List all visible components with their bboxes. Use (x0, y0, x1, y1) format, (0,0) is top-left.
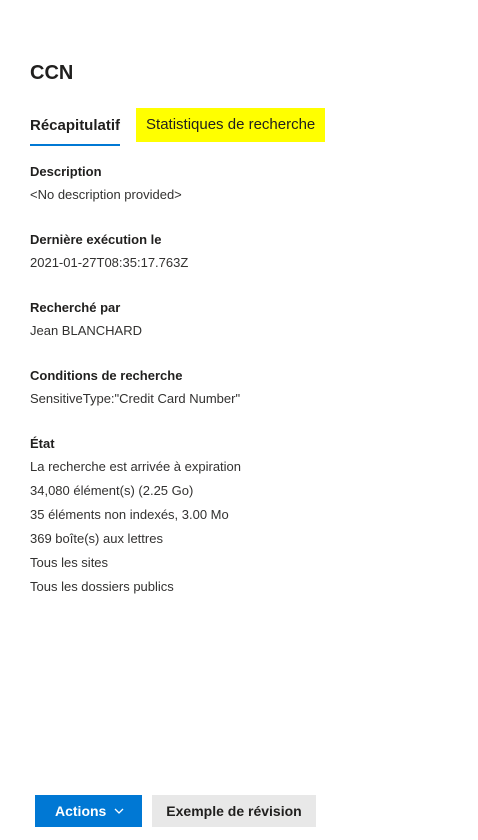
last-run-label: Dernière exécution le (30, 232, 162, 247)
state-lines: La recherche est arrivée à expiration 34… (30, 455, 241, 599)
footer-actions: Actions Exemple de révision (35, 795, 316, 827)
last-run-value: 2021-01-27T08:35:17.763Z (30, 255, 189, 270)
state-section: État La recherche est arrivée à expirati… (30, 435, 241, 599)
state-line: 35 éléments non indexés, 3.00 Mo (30, 507, 229, 522)
tab-search-statistics[interactable]: Statistiques de recherche (136, 108, 326, 142)
description-section: Description <No description provided> (30, 163, 182, 207)
state-line: 34,080 élément(s) (2.25 Go) (30, 483, 194, 498)
tab-summary[interactable]: Récapitulatif (30, 108, 121, 146)
review-sample-button-label: Exemple de révision (166, 803, 302, 819)
review-sample-button[interactable]: Exemple de révision (152, 795, 316, 827)
searched-by-label: Recherché par (30, 300, 121, 315)
search-conditions-value: SensitiveType:"Credit Card Number" (30, 391, 241, 406)
actions-button[interactable]: Actions (35, 795, 142, 827)
state-line: Tous les dossiers publics (30, 579, 174, 594)
search-conditions-label: Conditions de recherche (30, 368, 183, 383)
actions-button-label: Actions (55, 803, 107, 819)
panel-title: CCN (30, 62, 74, 84)
state-line: La recherche est arrivée à expiration (30, 459, 242, 474)
tab-bar: Récapitulatif Statistiques de recherche (30, 108, 326, 146)
description-label: Description (30, 164, 102, 179)
description-value: <No description provided> (30, 187, 182, 202)
state-line: Tous les sites (30, 555, 109, 570)
searched-by-section: Recherché par Jean BLANCHARD (30, 299, 142, 343)
last-run-section: Dernière exécution le 2021-01-27T08:35:1… (30, 231, 188, 275)
state-label: État (30, 436, 55, 451)
chevron-down-icon (114, 808, 124, 814)
search-conditions-section: Conditions de recherche SensitiveType:"C… (30, 367, 240, 411)
state-line: 369 boîte(s) aux lettres (30, 531, 163, 546)
searched-by-value: Jean BLANCHARD (30, 323, 142, 338)
